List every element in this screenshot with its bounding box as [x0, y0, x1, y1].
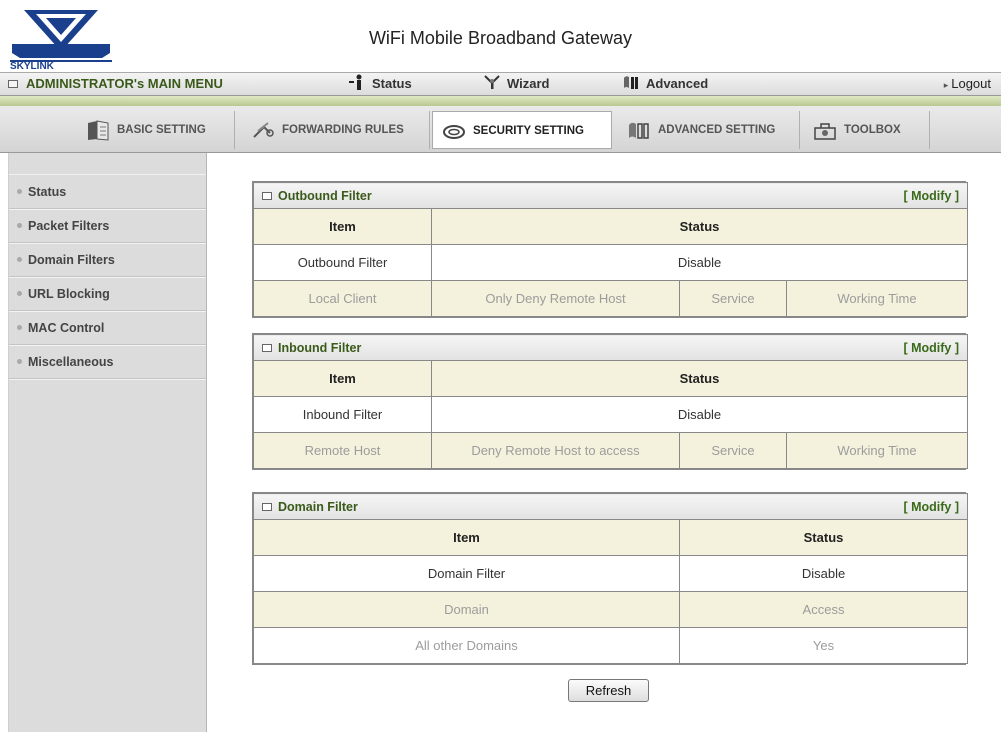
- col-header-item: Item: [253, 360, 432, 397]
- sidebar-item-label: Status: [28, 185, 67, 199]
- domain-modify-link[interactable]: [ Modify ]: [903, 500, 959, 514]
- menu-status[interactable]: Status: [348, 73, 412, 95]
- bullet-icon: [17, 291, 22, 296]
- inbound-filter-status: Disable: [431, 396, 968, 433]
- col-header-item: Item: [253, 519, 680, 556]
- tab-forwarding-label: FORWARDING RULES: [282, 124, 404, 136]
- bullet-icon: [17, 223, 22, 228]
- outbound-filter-title: Outbound Filter: [278, 188, 372, 203]
- logo-text: SKYLINK: [10, 61, 55, 70]
- col-access: Access: [678, 591, 969, 628]
- sidebar-item-label: Packet Filters: [28, 219, 110, 233]
- all-other-domains: All other Domains: [253, 627, 680, 664]
- advanced-setting-icon: [629, 122, 649, 139]
- sidebar-item-url-blocking[interactable]: URL Blocking: [9, 277, 206, 311]
- tab-toolbox[interactable]: TOOLBOX: [806, 111, 930, 149]
- tab-advanced-label: ADVANCED SETTING: [658, 124, 776, 136]
- outbound-filter-panel: Outbound Filter [ Modify ] Item Status O…: [252, 181, 969, 318]
- col-working-time: Working Time: [786, 432, 968, 469]
- menu-wizard-label: Wizard: [507, 76, 550, 91]
- page-title: WiFi Mobile Broadband Gateway: [368, 28, 633, 48]
- tab-toolbox-label: TOOLBOX: [844, 124, 901, 136]
- menu-advanced-label: Advanced: [646, 76, 709, 91]
- inbound-filter-item: Inbound Filter: [253, 396, 432, 433]
- col-remote-host: Remote Host: [253, 432, 432, 469]
- inbound-filter-title: Inbound Filter: [278, 340, 362, 355]
- tab-advanced-setting[interactable]: ADVANCED SETTING: [622, 111, 800, 149]
- toolbox-icon: [814, 123, 836, 140]
- col-service: Service: [679, 432, 787, 469]
- col-working-time: Working Time: [785, 280, 969, 317]
- sidebar-item-packet-filters[interactable]: Packet Filters: [9, 209, 206, 243]
- sidebar-item-label: MAC Control: [28, 321, 105, 335]
- bullet-icon: [17, 359, 22, 364]
- tab-bar: BASIC SETTING FORWARDING RULES SECURITY …: [0, 106, 1001, 153]
- sidebar-item-domain-filters[interactable]: Domain Filters: [9, 243, 206, 277]
- sidebar-top-spacer: [9, 153, 206, 175]
- forwarding-rules-icon: [253, 122, 274, 138]
- basic-setting-icon: [88, 120, 109, 141]
- col-deny-remote-host-access: Deny Remote Host to access: [431, 432, 680, 469]
- sidebar-item-miscellaneous[interactable]: Miscellaneous: [9, 345, 206, 379]
- domain-filter-item: Domain Filter: [253, 555, 680, 592]
- tab-security-label: SECURITY SETTING: [473, 125, 584, 137]
- col-header-item: Item: [253, 208, 432, 245]
- menu-divider-bar: [0, 96, 1001, 106]
- domain-filter-status: Disable: [678, 555, 969, 592]
- logout-arrow-icon: ▸: [943, 80, 949, 90]
- all-other-domains-access: Yes: [678, 627, 969, 664]
- col-local-client: Local Client: [253, 280, 432, 317]
- tab-basic-setting[interactable]: BASIC SETTING: [75, 111, 235, 149]
- sidebar: Status Packet Filters Domain Filters URL…: [8, 153, 207, 732]
- advanced-icon: [624, 76, 638, 89]
- logout-label: Logout: [951, 76, 991, 91]
- sidebar-item-mac-control[interactable]: MAC Control: [9, 311, 206, 345]
- header: SKYLINK WiFi Mobile Broadband Gateway: [0, 0, 1001, 72]
- outbound-filter-item: Outbound Filter: [253, 244, 432, 281]
- col-header-status: Status: [678, 519, 969, 556]
- tab-security-setting[interactable]: SECURITY SETTING: [432, 111, 612, 149]
- col-only-deny-remote-host: Only Deny Remote Host: [431, 280, 680, 317]
- panel-square-icon: [262, 343, 272, 352]
- outbound-filter-status: Disable: [430, 244, 969, 281]
- panel-square-icon: [262, 191, 272, 200]
- admin-menu-label: ADMINISTRATOR's MAIN MENU: [26, 76, 223, 91]
- tab-forwarding-rules[interactable]: FORWARDING RULES: [244, 111, 430, 149]
- sidebar-item-label: Domain Filters: [28, 253, 115, 267]
- col-domain: Domain: [253, 591, 680, 628]
- logout-link[interactable]: ▸ Logout: [944, 73, 991, 95]
- col-service: Service: [679, 280, 787, 317]
- menu-square-icon: [8, 80, 18, 88]
- status-person-icon: [349, 74, 362, 90]
- domain-filter-panel: Domain Filter [ Modify ] Item Status Dom…: [252, 492, 969, 665]
- inbound-modify-link[interactable]: [ Modify ]: [903, 341, 959, 355]
- domain-filter-title: Domain Filter: [278, 499, 358, 514]
- bullet-icon: [17, 189, 22, 194]
- menu-advanced[interactable]: Advanced: [622, 73, 708, 95]
- admin-main-menu[interactable]: ADMINISTRATOR's MAIN MENU: [8, 73, 223, 95]
- wizard-icon: [484, 75, 500, 89]
- bullet-icon: [17, 325, 22, 330]
- inbound-filter-panel: Inbound Filter [ Modify ] Item Status In…: [252, 333, 968, 470]
- sidebar-item-status[interactable]: Status: [9, 175, 206, 209]
- outbound-modify-link[interactable]: [ Modify ]: [903, 189, 959, 203]
- col-header-status: Status: [431, 360, 968, 397]
- security-setting-icon: [443, 124, 465, 139]
- refresh-button[interactable]: Refresh: [568, 679, 649, 702]
- menu-status-label: Status: [372, 76, 412, 91]
- sidebar-item-label: Miscellaneous: [28, 355, 114, 369]
- main-menu-bar: ADMINISTRATOR's MAIN MENU Status Wizard …: [0, 72, 1001, 96]
- bullet-icon: [17, 257, 22, 262]
- menu-wizard[interactable]: Wizard: [483, 73, 550, 95]
- tab-basic-label: BASIC SETTING: [117, 124, 206, 136]
- panel-square-icon: [262, 502, 272, 511]
- sidebar-item-label: URL Blocking: [28, 287, 110, 301]
- col-header-status: Status: [430, 208, 969, 245]
